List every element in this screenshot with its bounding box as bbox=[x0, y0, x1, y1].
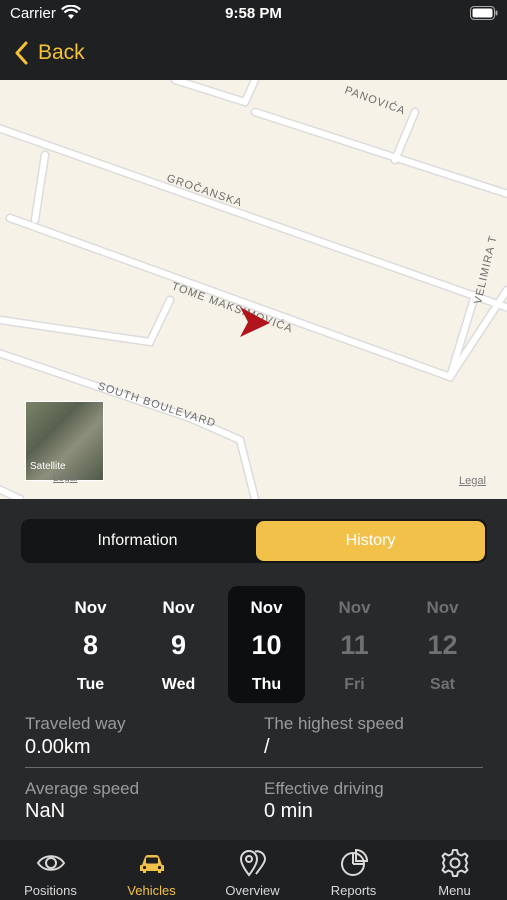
map-view[interactable]: GROČANSKA TOME MAKSIMOVIĆA SOUTH BOULEVA… bbox=[0, 80, 507, 499]
highest-speed-value: / bbox=[264, 736, 270, 758]
day-weekday: Sat bbox=[430, 676, 455, 693]
day-weekday: Wed bbox=[161, 676, 196, 693]
day-weekday: Fri bbox=[344, 676, 365, 693]
day-month: Nov bbox=[250, 598, 283, 617]
day-nov-10[interactable]: Nov 10 Thu bbox=[228, 586, 305, 703]
day-month: Nov bbox=[74, 598, 107, 617]
day-number: 11 bbox=[340, 630, 369, 660]
day-number: 8 bbox=[82, 630, 99, 660]
tab-reports[interactable]: Reports bbox=[303, 840, 404, 900]
status-bar: Carrier 9:58 PM bbox=[0, 0, 507, 28]
legal-link[interactable]: Legal bbox=[459, 475, 486, 487]
day-month: Nov bbox=[338, 598, 371, 617]
average-speed-label: Average speed bbox=[25, 779, 140, 798]
tab-positions[interactable]: Positions bbox=[0, 840, 101, 900]
back-label: Back bbox=[38, 41, 85, 64]
pie-chart-icon bbox=[341, 848, 369, 876]
traveled-way-value: 0.00km bbox=[25, 736, 91, 758]
satellite-label: Satellite bbox=[30, 461, 66, 472]
map-pin-icon bbox=[239, 850, 267, 877]
day-nov-12: Nov 12 Sat bbox=[404, 586, 481, 703]
tab-label: Overview bbox=[225, 883, 280, 898]
tab-information[interactable]: Information bbox=[23, 521, 252, 561]
tab-label: Menu bbox=[438, 883, 471, 898]
day-nov-8[interactable]: Nov 8 Tue bbox=[52, 586, 129, 703]
day-number: 12 bbox=[427, 630, 458, 660]
day-number: 10 bbox=[251, 630, 282, 660]
day-number: 9 bbox=[170, 630, 187, 660]
average-speed-value: NaN bbox=[25, 800, 66, 822]
gear-icon bbox=[441, 849, 469, 877]
traveled-way-label: Traveled way bbox=[25, 714, 126, 733]
highest-speed-label: The highest speed bbox=[264, 714, 404, 733]
day-month: Nov bbox=[162, 598, 195, 617]
battery-icon bbox=[470, 6, 498, 24]
tab-menu[interactable]: Menu bbox=[404, 840, 505, 900]
day-weekday: Tue bbox=[76, 676, 105, 693]
detail-panel: Information History Nov 8 Tue Nov 9 Wed … bbox=[0, 499, 507, 840]
tab-vehicles[interactable]: Vehicles bbox=[101, 840, 202, 900]
tab-overview[interactable]: Overview bbox=[202, 840, 303, 900]
date-picker: Nov 8 Tue Nov 9 Wed Nov 10 Thu Nov 11 Fr… bbox=[47, 586, 487, 703]
vehicle-marker-icon[interactable] bbox=[238, 305, 272, 344]
tab-label: Positions bbox=[24, 883, 77, 898]
satellite-toggle[interactable]: Satellite bbox=[25, 401, 104, 481]
tab-label: Reports bbox=[330, 883, 377, 898]
day-month: Nov bbox=[426, 598, 459, 617]
day-nov-9[interactable]: Nov 9 Wed bbox=[140, 586, 217, 703]
stats-divider bbox=[25, 767, 483, 768]
navigation-bar: Back bbox=[0, 28, 507, 80]
back-button[interactable]: Back bbox=[14, 36, 85, 70]
effective-driving-value: 0 min bbox=[264, 800, 313, 822]
day-weekday: Thu bbox=[251, 676, 282, 693]
tab-history[interactable]: History bbox=[256, 521, 485, 561]
tab-bar: Positions Vehicles Overview Reports Menu bbox=[0, 840, 507, 900]
car-icon bbox=[140, 855, 164, 873]
chevron-left-icon bbox=[15, 41, 28, 65]
day-nov-11: Nov 11 Fri bbox=[316, 586, 393, 703]
eye-icon bbox=[36, 855, 66, 871]
tab-label: Vehicles bbox=[127, 883, 176, 898]
effective-driving-label: Effective driving bbox=[264, 779, 384, 798]
segmented-control: Information History bbox=[21, 519, 487, 563]
clock: 9:58 PM bbox=[225, 5, 282, 22]
legal-link-small[interactable]: Legal bbox=[53, 473, 77, 484]
